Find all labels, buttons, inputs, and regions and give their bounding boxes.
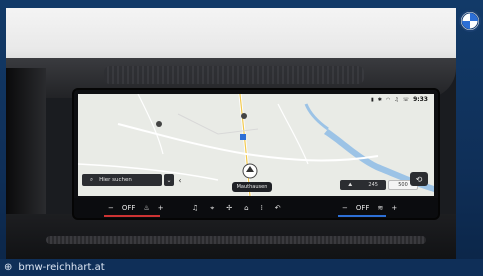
speed-icon: ⛰ — [348, 182, 353, 188]
panel-collapse-button[interactable]: ‹ — [176, 174, 184, 186]
home-icon[interactable]: ⌂ — [244, 204, 248, 212]
scale-value: 500 — [398, 182, 408, 188]
infotainment-screen: ▮ ✱ ◠ ♫ ☏ 9:33 ⌕ Hier suchen ⌄ ‹ Mauthau… — [72, 88, 440, 220]
bmw-roundel — [461, 12, 479, 30]
climate-control-bar: − OFF ♨ + ♫ ⌖ ✢ ⌂ ⁞ ↶ − OFF ≋ + — [74, 198, 438, 218]
clock: 9:33 — [413, 96, 428, 103]
bluetooth-icon: ✱ — [377, 96, 382, 103]
music-note-icon[interactable]: ♫ — [192, 204, 198, 212]
chevron-left-icon: ‹ — [178, 175, 182, 185]
navigation-map[interactable]: ▮ ✱ ◠ ♫ ☏ 9:33 ⌕ Hier suchen ⌄ ‹ Mauthau… — [78, 94, 434, 196]
phone-icon: ☏ — [402, 96, 410, 103]
climate-right-indicator — [338, 215, 386, 217]
map-pin-2[interactable] — [156, 121, 162, 127]
music-note-icon: ♫ — [394, 96, 399, 103]
nav-icon[interactable]: ⌖ — [210, 204, 214, 213]
nav-icon: ⟲ — [415, 174, 423, 184]
climate-left-state: OFF — [121, 204, 136, 212]
map-pin-1[interactable] — [241, 113, 247, 119]
signal-icon: ▮ — [370, 96, 374, 103]
website-footer: ⊕ bmw-reichhart.at — [0, 259, 483, 276]
dashboard-vent — [104, 66, 364, 84]
chevron-down-icon: ⌄ — [166, 176, 172, 184]
fan-icon[interactable]: ✢ — [226, 204, 232, 212]
speed-value: 245 — [368, 182, 378, 188]
status-bar: ▮ ✱ ◠ ♫ ☏ 9:33 — [371, 96, 428, 103]
destination-pill[interactable]: Mauthausen — [232, 182, 272, 192]
route-marker[interactable] — [240, 134, 246, 140]
speed-limit-display: ⛰ 245 — [340, 180, 386, 190]
back-arrow-icon[interactable]: ↶ — [275, 204, 281, 212]
recenter-button[interactable]: ⟲ — [410, 172, 428, 186]
car-interior-photo: ▮ ✱ ◠ ♫ ☏ 9:33 ⌕ Hier suchen ⌄ ‹ Mauthau… — [6, 8, 456, 260]
seat-vent-icon[interactable]: ≋ — [377, 204, 383, 212]
search-field[interactable]: ⌕ Hier suchen — [82, 174, 162, 186]
climate-right-state: OFF — [355, 204, 370, 212]
wifi-icon: ◠ — [385, 96, 391, 103]
magnifier-icon: ⌕ — [90, 176, 94, 183]
dashboard-trim — [46, 236, 426, 244]
seat-heat-icon[interactable]: ♨ — [143, 204, 149, 212]
globe-icon: ⊕ — [4, 262, 13, 273]
search-label: Hier suchen — [99, 177, 132, 183]
grid-icon[interactable]: ⁞ — [261, 204, 263, 212]
website-text[interactable]: bmw-reichhart.at — [18, 262, 104, 273]
climate-left-indicator — [104, 215, 160, 217]
quick-menu: ♫ ⌖ ✢ ⌂ ⁞ ↶ — [192, 198, 281, 218]
temp-right-minus[interactable]: − — [342, 204, 348, 212]
search-dropdown-button[interactable]: ⌄ — [164, 174, 174, 186]
bmw-logo-icon — [459, 10, 481, 32]
temp-right-plus[interactable]: + — [391, 204, 397, 212]
car-position-icon — [242, 163, 258, 179]
temp-left-plus[interactable]: + — [158, 204, 164, 212]
temp-left-minus[interactable]: − — [108, 204, 114, 212]
